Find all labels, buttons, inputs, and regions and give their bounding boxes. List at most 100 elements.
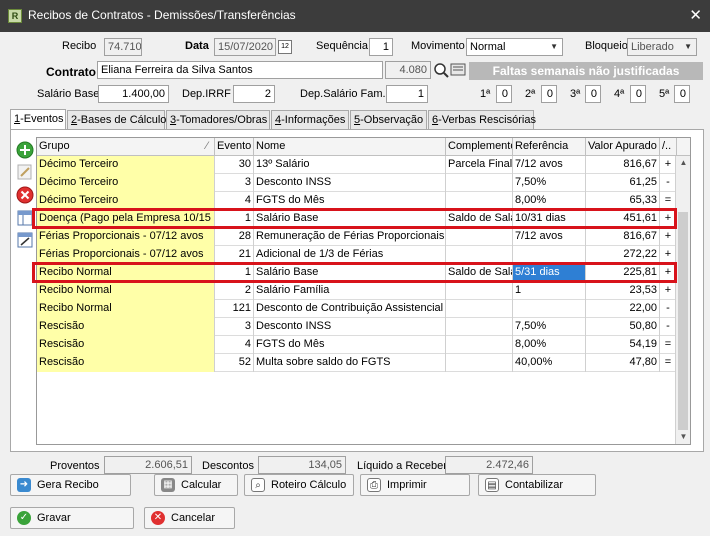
cell-valor[interactable]: 61,25 <box>586 174 660 192</box>
cell-valor[interactable]: 54,19 <box>586 336 660 354</box>
cell-nome[interactable]: FGTS do Mês <box>254 192 446 210</box>
cell-referencia[interactable]: 8,00% <box>513 192 586 210</box>
gravar-button[interactable]: ✓ Gravar <box>10 507 134 529</box>
cell-valor[interactable]: 65,33 <box>586 192 660 210</box>
week-1-field[interactable]: 0 <box>496 85 512 103</box>
cell-nome[interactable]: Salário Base <box>254 210 446 228</box>
cell-grupo[interactable]: Férias Proporcionais - 07/12 avos <box>37 228 215 246</box>
table-row[interactable]: Décimo Terceiro 3 Desconto INSS 7,50% 61,25- <box>37 174 677 192</box>
col-referencia[interactable]: Referência <box>513 138 586 156</box>
week-3-field[interactable]: 0 <box>585 85 601 103</box>
edit-icon[interactable] <box>16 163 34 181</box>
tab-tomadores-obras[interactable]: 3-Tomadores/Obras <box>166 110 270 129</box>
dep-salario-fam-field[interactable]: 1 <box>386 85 428 103</box>
cell-referencia[interactable]: 7,50% <box>513 318 586 336</box>
tab-verbas-rescisorias[interactable]: 6-Verbas Rescisórias <box>428 110 536 129</box>
cell-valor[interactable]: 451,61 <box>586 210 660 228</box>
data-field[interactable]: 15/07/2020 <box>214 38 276 56</box>
search-icon[interactable] <box>432 61 466 79</box>
cell-nome[interactable]: Multa sobre saldo do FGTS <box>254 354 446 372</box>
cell-valor[interactable]: 47,80 <box>586 354 660 372</box>
tab-informacoes[interactable]: 4-Informações <box>271 110 349 129</box>
col-nome[interactable]: Nome <box>254 138 446 156</box>
cell-referencia[interactable]: 7/12 avos <box>513 228 586 246</box>
cell-evento[interactable]: 52 <box>215 354 254 372</box>
cell-complemento[interactable] <box>446 336 513 354</box>
cell-grupo[interactable]: Rescisão <box>37 336 215 354</box>
cell-evento[interactable]: 1 <box>215 210 254 228</box>
table-row[interactable]: Rescisão 52 Multa sobre saldo do FGTS 40,00… <box>37 354 677 372</box>
cell-evento[interactable]: 3 <box>215 174 254 192</box>
cell-evento[interactable]: 30 <box>215 156 254 174</box>
cell-valor[interactable]: 22,00 <box>586 300 660 318</box>
cell-grupo[interactable]: Décimo Terceiro <box>37 174 215 192</box>
calcular-button[interactable]: ▦ Calcular <box>154 474 238 496</box>
cell-complemento[interactable] <box>446 300 513 318</box>
cell-valor[interactable]: 816,67 <box>586 228 660 246</box>
table-row[interactable]: Recibo Normal 1 Salário Base Saldo de Salár… <box>37 264 677 282</box>
bloqueio-select[interactable]: Liberado ▼ <box>627 38 697 56</box>
scroll-thumb[interactable] <box>678 212 688 430</box>
cell-nome[interactable]: Adicional de 1/3 de Férias <box>254 246 446 264</box>
cell-referencia[interactable]: 40,00% <box>513 354 586 372</box>
col-valor-apurado[interactable]: Valor Apurado <box>586 138 660 156</box>
table-row[interactable]: Décimo Terceiro 4 FGTS do Mês 8,00% 65,33 = <box>37 192 677 210</box>
calendar-icon[interactable]: 12 <box>278 40 292 54</box>
sequencia-field[interactable]: 1 <box>369 38 393 56</box>
cell-valor[interactable]: 225,81 <box>586 264 660 282</box>
cell-valor[interactable]: 816,67 <box>586 156 660 174</box>
cell-referencia[interactable]: 7/12 avos <box>513 156 586 174</box>
salario-base-field[interactable]: 1.400,00 <box>98 85 169 103</box>
cell-valor[interactable]: 23,53 <box>586 282 660 300</box>
cell-grupo[interactable]: Recibo Normal <box>37 282 215 300</box>
cell-referencia[interactable]: 5/31 dias <box>513 264 586 282</box>
vertical-scrollbar[interactable]: ▲ ▼ <box>675 156 690 444</box>
week-5-field[interactable]: 0 <box>674 85 690 103</box>
cell-complemento[interactable] <box>446 354 513 372</box>
week-4-field[interactable]: 0 <box>630 85 646 103</box>
cell-grupo[interactable]: Doença (Pago pela Empresa 10/15 d <box>37 210 215 228</box>
cell-evento[interactable]: 21 <box>215 246 254 264</box>
cell-grupo[interactable]: Férias Proporcionais - 07/12 avos <box>37 246 215 264</box>
contabilizar-button[interactable]: ▤ Contabilizar <box>478 474 596 496</box>
table-row[interactable]: Recibo Normal 121 Desconto de Contribuição… <box>37 300 677 318</box>
table-row[interactable]: Décimo Terceiro 30 13º Salário Parcela Fina… <box>37 156 677 174</box>
cell-evento[interactable]: 3 <box>215 318 254 336</box>
gera-recibo-button[interactable]: ➜ Gera Recibo <box>10 474 131 496</box>
table-row[interactable]: Férias Proporcionais - 07/12 avos 28 Remun… <box>37 228 677 246</box>
table-row[interactable]: Doença (Pago pela Empresa 10/15 d 1 Salári… <box>37 210 677 228</box>
table-row[interactable]: Recibo Normal 2 Salário Família 1 23,53 + <box>37 282 677 300</box>
cell-referencia[interactable]: 10/31 dias <box>513 210 586 228</box>
cell-referencia[interactable] <box>513 246 586 264</box>
cell-nome[interactable]: Salário Base <box>254 264 446 282</box>
cell-complemento[interactable] <box>446 174 513 192</box>
col-grupo[interactable]: Grupo ⁄ <box>37 138 215 156</box>
cell-referencia[interactable] <box>513 300 586 318</box>
cell-complemento[interactable]: Parcela Final <box>446 156 513 174</box>
note-edit-icon[interactable] <box>16 231 34 249</box>
contrato-field[interactable]: Eliana Ferreira da Silva Santos <box>97 61 383 79</box>
tab-bases-de-calculo[interactable]: 2-Bases de Cálculo <box>67 110 166 129</box>
roteiro-calculo-button[interactable]: ⌕ Roteiro Cálculo <box>244 474 354 496</box>
cell-valor[interactable]: 50,80 <box>586 318 660 336</box>
cell-grupo[interactable]: Décimo Terceiro <box>37 156 215 174</box>
cell-complemento[interactable] <box>446 318 513 336</box>
movimento-select[interactable]: Normal ▼ <box>466 38 563 56</box>
table-row[interactable]: Rescisão 3 Desconto INSS 7,50% 50,80- <box>37 318 677 336</box>
cell-grupo[interactable]: Rescisão <box>37 318 215 336</box>
cell-nome[interactable]: Remuneração de Férias Proporcionais <box>254 228 446 246</box>
cell-nome[interactable]: Desconto de Contribuição Assistencial <box>254 300 446 318</box>
week-2-field[interactable]: 0 <box>541 85 557 103</box>
tab-observacao[interactable]: 5-Observação <box>350 110 427 129</box>
cell-nome[interactable]: FGTS do Mês <box>254 336 446 354</box>
scroll-up-icon[interactable]: ▲ <box>676 156 690 170</box>
cell-nome[interactable]: Desconto INSS <box>254 174 446 192</box>
cell-evento[interactable]: 28 <box>215 228 254 246</box>
cell-evento[interactable]: 4 <box>215 336 254 354</box>
cell-grupo[interactable]: Rescisão <box>37 354 215 372</box>
cell-complemento[interactable] <box>446 282 513 300</box>
cell-referencia[interactable]: 1 <box>513 282 586 300</box>
cell-evento[interactable]: 121 <box>215 300 254 318</box>
cell-referencia[interactable]: 7,50% <box>513 174 586 192</box>
cell-referencia[interactable]: 8,00% <box>513 336 586 354</box>
